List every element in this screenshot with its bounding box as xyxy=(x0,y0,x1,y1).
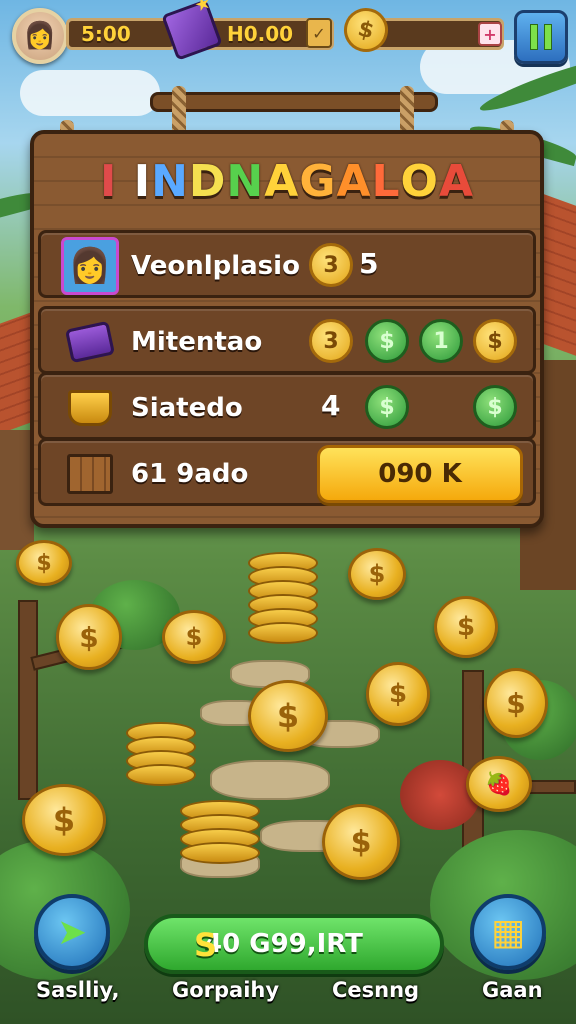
row-value: 5 xyxy=(359,247,379,280)
add-coins-button[interactable]: + xyxy=(478,22,502,46)
coin-icon: $ xyxy=(56,604,122,670)
title-letter: I xyxy=(99,156,118,207)
window-icon: ▦ xyxy=(490,911,525,953)
shop-button[interactable]: ▦ xyxy=(470,894,546,970)
coin-stack xyxy=(126,722,196,786)
center-right-label: Cesnng xyxy=(332,978,420,1002)
row-label: Siatedo xyxy=(131,393,243,423)
title-letter: G xyxy=(299,156,337,207)
coin-icon: $ xyxy=(473,385,517,429)
title-letter: L xyxy=(371,156,401,207)
coin-icon: $ xyxy=(484,668,548,738)
title-letter: I xyxy=(133,156,152,207)
panel-title: I INDNAGALOA xyxy=(34,156,540,207)
row-label: Veonlplasio xyxy=(131,251,300,281)
pause-icon-bar xyxy=(530,24,538,50)
row-label: 61 9ado xyxy=(131,459,249,489)
avatar-icon: 👩 xyxy=(23,21,57,51)
ticket-icon[interactable]: ✓ xyxy=(306,18,332,48)
coin-icon: $ xyxy=(366,662,430,726)
claim-button[interactable]: 090 K xyxy=(317,445,523,503)
coin-icon: $ xyxy=(434,596,498,658)
top-hat-icon xyxy=(61,313,119,371)
title-letter: A xyxy=(438,156,475,207)
panel-row[interactable]: Mitentao 3 $ 1 $ xyxy=(38,306,536,374)
balance-pill[interactable]: S 40 G99,IRT xyxy=(144,914,444,974)
avatar-icon: 👩 xyxy=(61,237,119,295)
row-value: 4 xyxy=(321,389,341,422)
crate-icon xyxy=(61,445,119,503)
coin-icon: $ xyxy=(162,610,226,664)
title-letter: A xyxy=(264,156,300,207)
title-letter xyxy=(117,156,133,207)
pause-button[interactable] xyxy=(514,10,568,64)
coin-icon: $ xyxy=(16,540,72,586)
hanging-beam xyxy=(150,92,438,112)
title-letter: A xyxy=(336,156,372,207)
panel-row[interactable]: 61 9ado 090 K xyxy=(38,438,536,506)
coin-stack xyxy=(248,552,318,644)
info-panel: I INDNAGALOA 👩 Veonlplasio 3 5 Mitentao … xyxy=(30,130,544,528)
player-avatar[interactable]: 👩 xyxy=(12,8,68,64)
timer-text: 5:00 xyxy=(81,22,131,46)
timer-bar: 5:00 xyxy=(66,18,176,50)
coin-icon: $ xyxy=(322,804,400,880)
coin-icon: $ xyxy=(348,548,406,600)
send-button[interactable]: ➤ xyxy=(34,894,110,970)
center-label: Gorpaihy xyxy=(172,978,280,1002)
coin-icon: 🍓 xyxy=(466,756,532,812)
pause-icon-bar xyxy=(544,24,552,50)
coin-icon: 3 xyxy=(309,243,353,287)
coin-icon: $ xyxy=(365,319,409,363)
paper-plane-icon: ➤ xyxy=(56,911,88,953)
title-letter: N xyxy=(226,156,265,207)
title-letter: D xyxy=(188,156,227,207)
title-letter: O xyxy=(400,156,439,207)
panel-row[interactable]: Siatedo 4 $ $ xyxy=(38,372,536,440)
gem-value: H0.00 xyxy=(227,22,294,46)
coin-icon: 1 xyxy=(419,319,463,363)
coin-icon: $ xyxy=(365,385,409,429)
shop-label: Gaan xyxy=(482,978,543,1002)
coin-stack xyxy=(180,800,260,864)
coin-icon: $ xyxy=(248,680,328,752)
coin-icon: 3 xyxy=(309,319,353,363)
panel-row[interactable]: 👩 Veonlplasio 3 5 xyxy=(38,230,536,298)
balance-icon: S xyxy=(194,926,218,964)
coin-icon: $ xyxy=(473,319,517,363)
title-letter: N xyxy=(151,156,189,207)
bucket-icon xyxy=(61,379,119,437)
coin-icon: $ xyxy=(22,784,106,856)
row-label: Mitentao xyxy=(131,327,263,357)
send-label: Saslliy, xyxy=(36,978,120,1002)
